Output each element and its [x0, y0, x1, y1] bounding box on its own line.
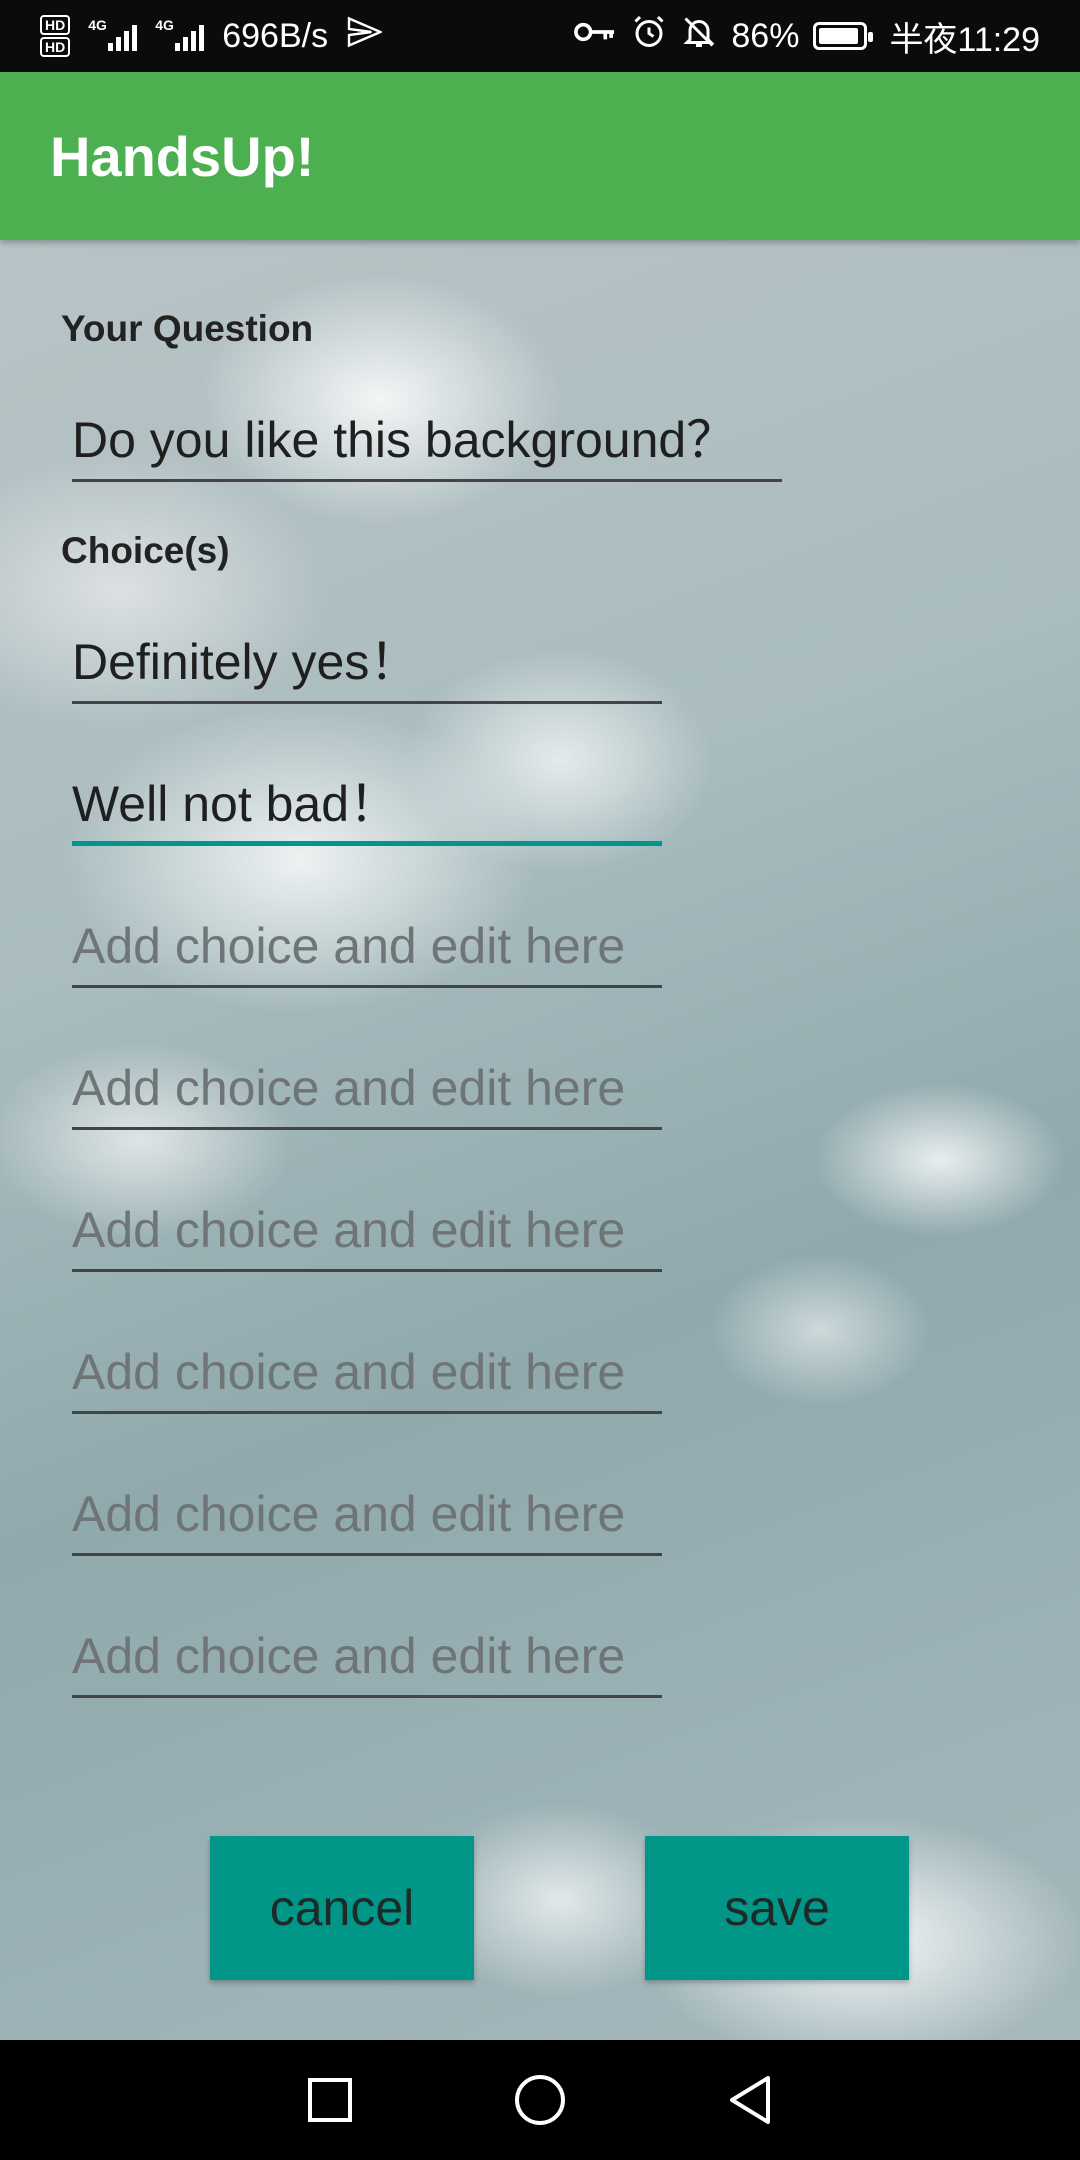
choice-input-3[interactable]: Add choice and edit here — [72, 904, 662, 988]
choice-input-6[interactable]: Add choice and edit here — [72, 1330, 662, 1414]
choice-input-4[interactable]: Add choice and edit here — [72, 1046, 662, 1130]
question-input[interactable]: Do you like this background？ — [72, 398, 782, 482]
signal-icon-2: 4G — [155, 17, 205, 51]
choice-input-2[interactable]: Well not bad！ — [72, 762, 662, 846]
cancel-button[interactable]: cancel — [210, 1836, 474, 1980]
app-title: HandsUp! — [50, 124, 315, 188]
network-type-1: 4G — [88, 17, 107, 33]
save-button[interactable]: save — [645, 1836, 909, 1980]
battery-percent: 86% — [731, 16, 800, 55]
signal-icon-1: 4G — [88, 17, 138, 51]
status-right: 86% 半夜11:29 — [573, 12, 1040, 61]
network-type-2: 4G — [155, 17, 174, 33]
question-label: Your Question — [61, 308, 314, 349]
navigation-bar — [0, 2040, 1080, 2160]
battery-icon — [813, 22, 874, 50]
choice-input-7[interactable]: Add choice and edit here — [72, 1472, 662, 1556]
choice-input-1[interactable]: Definitely yes！ — [72, 620, 662, 704]
choice-input-8[interactable]: Add choice and edit here — [72, 1614, 662, 1698]
status-bar: HD HD 4G 4G 696B/s 86% 半夜11:29 — [0, 0, 1080, 72]
hd-badge-1: HD — [40, 15, 71, 35]
screen: HD HD 4G 4G 696B/s 86% 半夜11:29 HandsUp! … — [0, 0, 1080, 2160]
back-icon[interactable] — [720, 2070, 780, 2130]
key-icon — [573, 17, 617, 56]
poll-form: Your Question Do you like this backgroun… — [0, 240, 1080, 2040]
hd-indicators: HD HD — [40, 15, 71, 57]
status-left: HD HD 4G 4G 696B/s — [40, 14, 384, 59]
alarm-icon — [631, 14, 667, 59]
network-speed: 696B/s — [222, 16, 329, 55]
send-icon — [346, 14, 384, 59]
hd-badge-2: HD — [40, 37, 71, 57]
mute-icon — [681, 14, 717, 59]
recents-icon[interactable] — [300, 2070, 360, 2130]
clock: 半夜11:29 — [889, 20, 1040, 59]
app-bar: HandsUp! — [0, 72, 1080, 240]
home-icon[interactable] — [510, 2070, 570, 2130]
choice-input-5[interactable]: Add choice and edit here — [72, 1188, 662, 1272]
choices-label: Choice(s) — [61, 530, 230, 571]
